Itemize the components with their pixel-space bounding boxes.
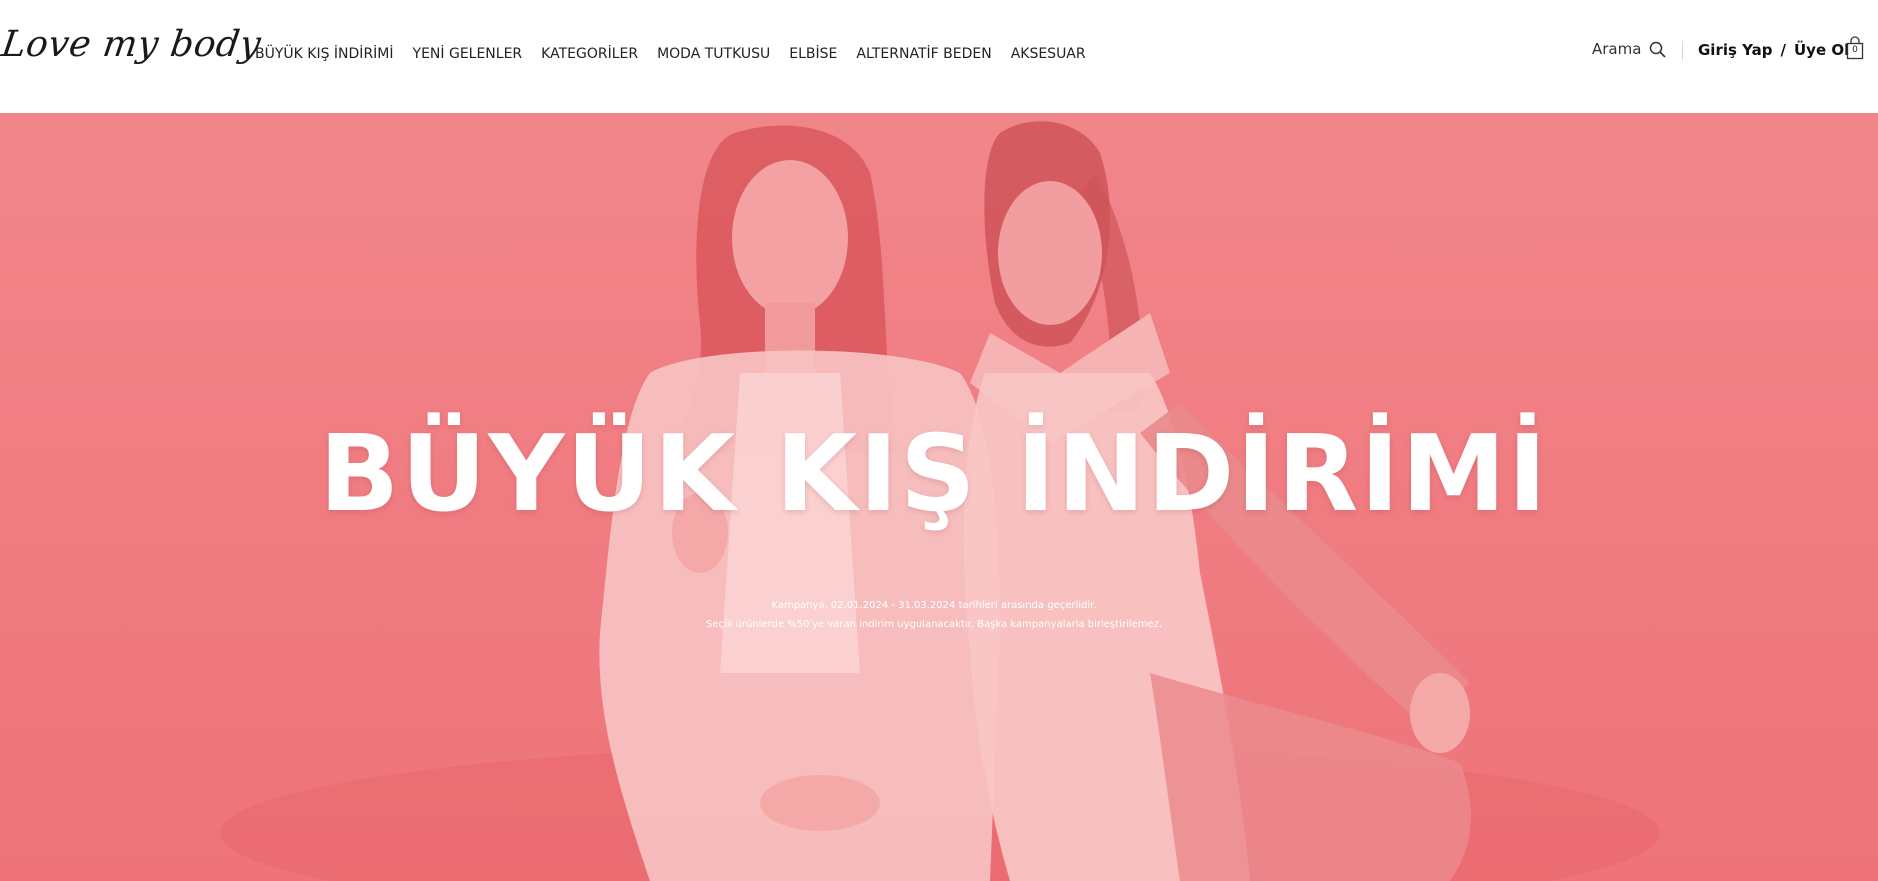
hero-campaign-terms: Seçili ürünlerde %50'ye varan indirim uy… xyxy=(705,619,1163,630)
header-divider xyxy=(1682,41,1683,61)
account-separator: / xyxy=(1780,41,1786,59)
cart-button[interactable]: 0 xyxy=(1846,36,1864,60)
nav-item-categories[interactable]: KATEGORİLER xyxy=(541,46,638,62)
nav-item-fashion-passion[interactable]: MODA TUTKUSU xyxy=(657,46,770,62)
nav-item-winter-sale[interactable]: BÜYÜK KIŞ İNDİRİMİ xyxy=(255,46,394,62)
search-label: Arama xyxy=(1592,40,1642,58)
brand-logo[interactable]: Love my body xyxy=(0,24,264,65)
search-icon xyxy=(1650,41,1667,58)
register-link[interactable]: Üye Ol xyxy=(1794,41,1849,59)
nav-item-accessories[interactable]: AKSESUAR xyxy=(1011,46,1086,62)
nav-item-alternative-size[interactable]: ALTERNATİF BEDEN xyxy=(856,46,991,62)
hero-campaign-dates: Kampanya, 02.01.2024 - 31.03.2024 tarihl… xyxy=(771,600,1097,611)
account-links: Giriş Yap / Üye Ol xyxy=(1698,41,1849,59)
cart-count: 0 xyxy=(1852,45,1858,55)
search-button[interactable]: Arama xyxy=(1592,40,1667,58)
nav-item-new-arrivals[interactable]: YENİ GELENLER xyxy=(413,46,523,62)
main-nav: BÜYÜK KIŞ İNDİRİMİ YENİ GELENLER KATEGOR… xyxy=(255,46,1086,62)
login-link[interactable]: Giriş Yap xyxy=(1698,41,1773,59)
site-header: Love my body BÜYÜK KIŞ İNDİRİMİ YENİ GEL… xyxy=(0,0,1878,113)
nav-item-dress[interactable]: ELBİSE xyxy=(789,46,837,62)
hero-banner[interactable]: BÜYÜK KIŞ İNDİRİMİ Kampanya, 02.01.2024 … xyxy=(0,113,1878,881)
hero-title: BÜYÜK KIŞ İNDİRİMİ xyxy=(319,413,1549,535)
